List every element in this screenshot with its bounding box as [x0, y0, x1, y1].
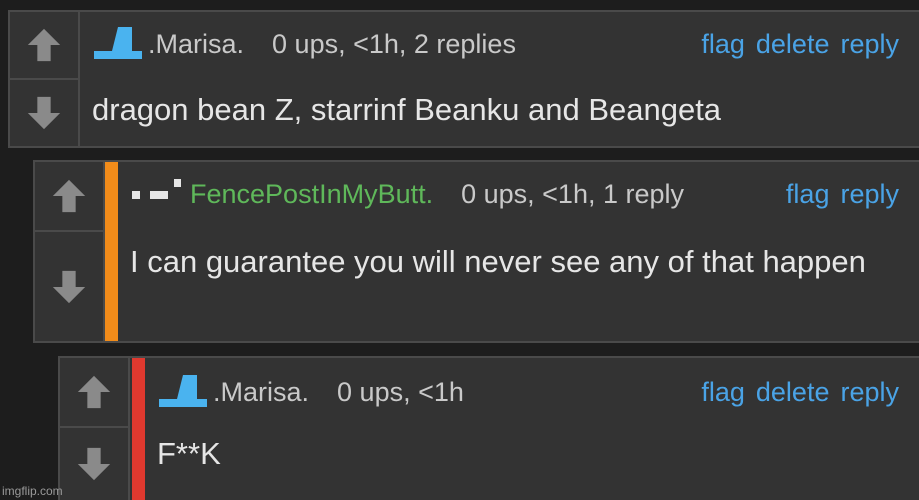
- down-arrow-icon: [77, 447, 111, 481]
- comment-text: dragon bean Z, starrinf Beanku and Beang…: [92, 92, 722, 127]
- comment-meta: 0 ups, <1h: [337, 376, 464, 407]
- imgflip-watermark: imgflip.com: [2, 484, 63, 498]
- comment-3: .Marisa. 0 ups, <1h flag delete reply F*…: [58, 356, 919, 500]
- username-link[interactable]: .Marisa.: [213, 377, 309, 408]
- upvote-button[interactable]: [60, 358, 128, 426]
- comment-1: .Marisa. 0 ups, <1h, 2 replies flag dele…: [8, 10, 919, 148]
- flag-link[interactable]: flag: [701, 377, 745, 408]
- up-arrow-icon: [77, 375, 111, 409]
- down-arrow-icon: [27, 96, 61, 130]
- avatar[interactable]: [92, 21, 144, 68]
- username-link[interactable]: FencePostInMyButt.: [190, 179, 433, 210]
- reply-link[interactable]: reply: [840, 179, 899, 210]
- vote-column: [60, 358, 130, 500]
- reply-indent-stripe: [105, 162, 118, 341]
- downvote-button[interactable]: [60, 426, 128, 500]
- upvote-button[interactable]: [35, 162, 103, 230]
- flag-link[interactable]: flag: [701, 29, 745, 60]
- downvote-button[interactable]: [35, 230, 103, 341]
- vote-column: [35, 162, 105, 341]
- up-arrow-icon: [52, 179, 86, 213]
- downvote-button[interactable]: [10, 78, 78, 146]
- reply-link[interactable]: reply: [840, 29, 899, 60]
- reply-link[interactable]: reply: [840, 377, 899, 408]
- user-avatar-icon: [159, 374, 207, 407]
- comment-text: I can guarantee you will never see any o…: [130, 244, 866, 279]
- comment-meta: 0 ups, <1h, 1 reply: [461, 178, 685, 209]
- user-avatar-icon: [94, 26, 142, 59]
- flag-link[interactable]: flag: [786, 179, 830, 210]
- comment-header: .Marisa. 0 ups, <1h, 2 replies flag dele…: [92, 24, 899, 64]
- username-link[interactable]: .Marisa.: [148, 29, 244, 60]
- delete-link[interactable]: delete: [756, 29, 830, 60]
- comment-meta: 0 ups, <1h, 2 replies: [272, 28, 516, 59]
- avatar[interactable]: [130, 171, 186, 218]
- comment-2: FencePostInMyButt. 0 ups, <1h, 1 reply f…: [33, 160, 919, 343]
- upvote-button[interactable]: [10, 12, 78, 78]
- vote-column: [10, 12, 80, 146]
- comment-text: F**K: [157, 436, 221, 471]
- delete-link[interactable]: delete: [756, 377, 830, 408]
- comment-header: FencePostInMyButt. 0 ups, <1h, 1 reply f…: [130, 174, 899, 214]
- reply-indent-stripe: [132, 358, 145, 500]
- user-avatar-icon: [132, 178, 181, 199]
- avatar[interactable]: [157, 369, 209, 416]
- up-arrow-icon: [27, 28, 61, 62]
- down-arrow-icon: [52, 270, 86, 303]
- comment-header: .Marisa. 0 ups, <1h flag delete reply: [157, 372, 899, 412]
